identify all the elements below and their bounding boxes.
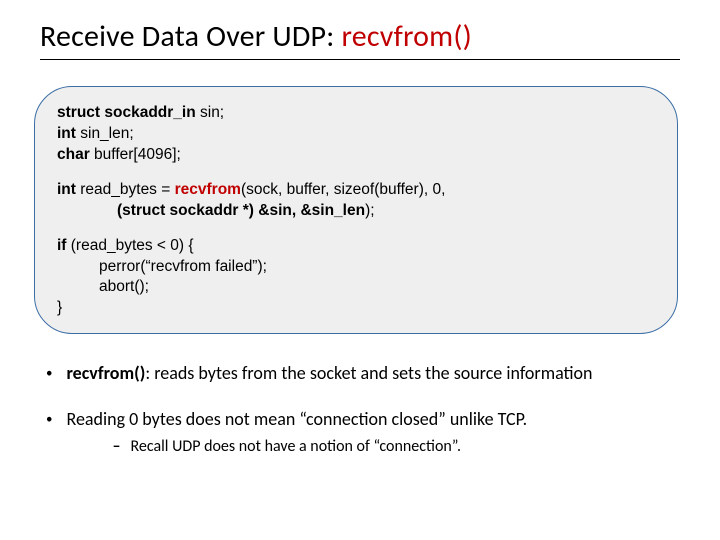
title-func: recvfrom() — [341, 18, 472, 55]
code-line: struct sockaddr_in sin; — [57, 103, 655, 124]
bullet-list: • recvfrom(): reads bytes from the socke… — [40, 362, 680, 458]
code-line: perror(“recvfrom failed”); — [57, 257, 655, 278]
slide-title: Receive Data Over UDP: recvfrom() — [40, 18, 680, 60]
code-text: sin_len; — [76, 125, 134, 142]
slide: Receive Data Over UDP: recvfrom() struct… — [0, 0, 720, 540]
code-line: } — [57, 298, 655, 319]
bullet-line: Reading 0 bytes does not mean “connectio… — [66, 408, 527, 430]
code-text: read_bytes = — [76, 181, 175, 198]
bullet-rest: : reads bytes from the socket and sets t… — [145, 362, 592, 384]
code-highlight: recvfrom — [175, 181, 241, 198]
sub-bullet-item: – Recall UDP does not have a notion of “… — [112, 437, 680, 458]
bullet-dot-icon: • — [46, 367, 52, 380]
code-spacer — [57, 222, 655, 236]
bullet-text: recvfrom(): reads bytes from the socket … — [66, 362, 680, 385]
code-text: (sock, buffer, sizeof(buffer), 0, — [241, 181, 445, 198]
code-line: (struct sockaddr *) &sin, &sin_len); — [57, 201, 655, 222]
bullet-item: • Reading 0 bytes does not mean “connect… — [40, 408, 680, 458]
code-spacer — [57, 166, 655, 180]
bullet-strong: recvfrom() — [66, 362, 145, 384]
code-text: abort(); — [99, 278, 149, 295]
code-line: if (read_bytes < 0) { — [57, 236, 655, 257]
bullet-item: • recvfrom(): reads bytes from the socke… — [40, 362, 680, 385]
code-text: } — [57, 299, 62, 316]
sub-bullet-text: Recall UDP does not have a notion of “co… — [130, 437, 461, 458]
code-text: (read_bytes < 0) { — [66, 237, 193, 254]
code-kw: struct sockaddr_in — [57, 104, 196, 121]
title-prefix: Receive Data Over UDP: — [40, 18, 341, 55]
code-line: int sin_len; — [57, 124, 655, 145]
bullet-dot-icon: • — [46, 413, 52, 426]
code-kw: (struct sockaddr *) &sin, &sin_len — [117, 202, 365, 219]
code-box: struct sockaddr_in sin; int sin_len; cha… — [34, 86, 678, 334]
code-text: sin; — [196, 104, 224, 121]
code-kw: int — [57, 125, 76, 142]
code-kw: int — [57, 181, 76, 198]
code-line: int read_bytes = recvfrom(sock, buffer, … — [57, 180, 655, 201]
code-text: buffer[4096]; — [90, 146, 181, 163]
code-line: abort(); — [57, 277, 655, 298]
bullet-text: Reading 0 bytes does not mean “connectio… — [66, 408, 680, 458]
dash-icon: – — [112, 437, 120, 458]
code-kw: char — [57, 146, 90, 163]
code-text: ); — [365, 202, 374, 219]
code-line: char buffer[4096]; — [57, 145, 655, 166]
code-text: perror(“recvfrom failed”); — [99, 258, 267, 275]
